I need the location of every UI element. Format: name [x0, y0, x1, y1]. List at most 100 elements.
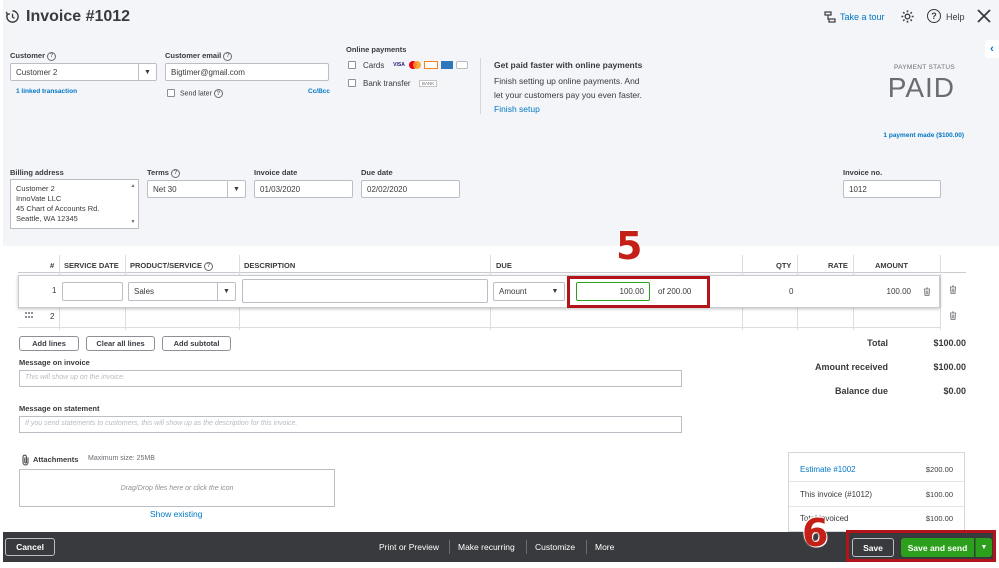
payment-status-value: PAID: [887, 72, 955, 103]
balance-due-value: $0.00: [943, 386, 966, 396]
step-5-marker: 5: [616, 224, 643, 268]
help-icon[interactable]: ?: [47, 51, 57, 61]
page-title: Invoice #1012: [26, 8, 131, 25]
highlight-box: [567, 276, 710, 308]
chevron-down-icon: ▼: [217, 283, 235, 300]
close-icon[interactable]: [977, 9, 991, 23]
divider: [449, 540, 450, 554]
finish-setup-link[interactable]: Finish setup: [494, 104, 540, 114]
bank-transfer-checkbox[interactable]: [348, 79, 356, 87]
add-subtotal-button[interactable]: Add subtotal: [162, 336, 231, 351]
online-payments-label: Online payments: [346, 45, 407, 54]
customer-email-field[interactable]: Bigtimer@gmail.com: [165, 63, 329, 81]
discover-icon: [424, 61, 438, 69]
recent-transactions-icon[interactable]: [5, 9, 20, 24]
more-link[interactable]: More: [595, 542, 614, 552]
message-statement-label: Message on statement: [19, 404, 100, 413]
payment-made-link[interactable]: 1 payment made ($100.00): [850, 132, 964, 139]
mastercard-icon: [409, 61, 421, 69]
tour-icon[interactable]: [824, 11, 836, 23]
col-header-num: #: [50, 261, 55, 270]
cancel-button[interactable]: Cancel: [5, 538, 55, 556]
col-header-amount: AMOUNT: [875, 261, 908, 270]
gear-icon[interactable]: [900, 9, 915, 24]
promo-title: Get paid faster with online payments: [494, 60, 643, 70]
chevron-down-icon: ▼: [551, 288, 559, 295]
terms-value: Net 30: [153, 184, 177, 194]
side-panel-toggle[interactable]: ‹: [985, 40, 999, 58]
customer-select[interactable]: Customer 2 ▼: [10, 63, 157, 81]
col-header-product: PRODUCT/SERVICE ?: [130, 261, 214, 271]
customer-value: Customer 2: [16, 67, 58, 77]
clear-lines-button[interactable]: Clear all lines: [86, 336, 155, 351]
add-lines-button[interactable]: Add lines: [19, 336, 79, 351]
help-icon[interactable]: ?: [927, 9, 941, 23]
help-icon[interactable]: ?: [171, 168, 181, 178]
highlight-box: [846, 530, 996, 562]
description-field[interactable]: [242, 279, 488, 303]
due-type-select[interactable]: Amount ▼: [493, 282, 565, 301]
attachments-label: Attachments: [33, 455, 79, 464]
message-invoice-field[interactable]: This will show up on the invoice.: [19, 370, 682, 387]
max-size-text: Maximum size: 25MB: [88, 455, 155, 462]
linked-transaction-link[interactable]: 1 linked transaction: [16, 88, 77, 95]
make-recurring-link[interactable]: Make recurring: [458, 542, 515, 552]
billing-address-field[interactable]: Customer 2 InnoVate LLC 45 Chart of Acco…: [10, 179, 139, 229]
invoice-no-label: Invoice no.: [843, 168, 883, 177]
terms-select[interactable]: Net 30 ▼: [147, 180, 246, 198]
total-invoiced-value: $100.00: [925, 514, 953, 523]
step-6-marker: 6: [802, 511, 829, 555]
due-date-label: Due date: [361, 168, 393, 177]
col-header-qty: QTY: [776, 261, 792, 270]
attachment-dropzone[interactable]: Drag/Drop files here or click the icon: [19, 469, 335, 507]
balance-due-label: Balance due: [834, 386, 888, 396]
due-date-value: 02/02/2020: [367, 184, 408, 194]
address-line: InnoVate LLC: [16, 194, 62, 203]
send-later-checkbox[interactable]: [167, 89, 175, 97]
total-label: Total: [867, 338, 888, 348]
show-existing-link[interactable]: Show existing: [150, 509, 202, 519]
amount-value: 100.00: [886, 287, 911, 296]
trash-icon[interactable]: [923, 287, 931, 296]
chevron-down-icon: ▼: [138, 64, 156, 80]
divider: [18, 327, 940, 328]
cc-bcc-link[interactable]: Cc/Bcc: [308, 88, 330, 95]
service-date-field[interactable]: [62, 282, 123, 301]
cards-checkbox[interactable]: [348, 61, 356, 69]
estimate-value: $200.00: [925, 465, 953, 474]
address-line: 45 Chart of Accounts Rd.: [16, 204, 100, 213]
divider: [940, 255, 941, 330]
estimate-link[interactable]: Estimate #1002: [800, 465, 856, 474]
help-icon[interactable]: ?: [223, 51, 233, 61]
total-value: $100.00: [933, 338, 966, 348]
trash-icon[interactable]: [949, 285, 957, 294]
row-number: 2: [50, 312, 55, 321]
divider: [18, 272, 966, 273]
invoice-no-field[interactable]: 1012: [843, 180, 941, 198]
message-statement-field[interactable]: If you send statements to customers, thi…: [19, 416, 682, 433]
address-line: Customer 2: [16, 184, 55, 193]
help-link[interactable]: Help: [946, 12, 965, 22]
print-preview-link[interactable]: Print or Preview: [379, 542, 439, 552]
due-date-field[interactable]: 02/02/2020: [361, 180, 460, 198]
paperclip-icon: [22, 454, 29, 466]
take-tour-link[interactable]: Take a tour: [840, 12, 885, 22]
customer-label: Customer ?: [10, 51, 57, 61]
customize-link[interactable]: Customize: [535, 542, 575, 552]
qty-value: 0: [789, 287, 794, 296]
drag-handle-icon[interactable]: [25, 312, 33, 319]
scrollbar[interactable]: ▲ ▼: [129, 181, 137, 227]
product-select[interactable]: Sales ▼: [128, 282, 236, 301]
trash-icon[interactable]: [949, 311, 957, 320]
invoice-date-field[interactable]: 01/03/2020: [254, 180, 353, 198]
help-icon[interactable]: ?: [204, 261, 214, 271]
invoice-no-value: 1012: [849, 184, 867, 194]
amount-received-value: $100.00: [933, 362, 966, 372]
help-icon[interactable]: ?: [213, 89, 223, 98]
payment-status-label: PAYMENT STATUS: [893, 64, 955, 71]
divider: [789, 481, 964, 482]
paypal-icon: [456, 61, 468, 69]
divider: [526, 540, 527, 554]
invoice-date-value: 01/03/2020: [260, 184, 301, 194]
visa-icon: VISA: [393, 62, 405, 68]
